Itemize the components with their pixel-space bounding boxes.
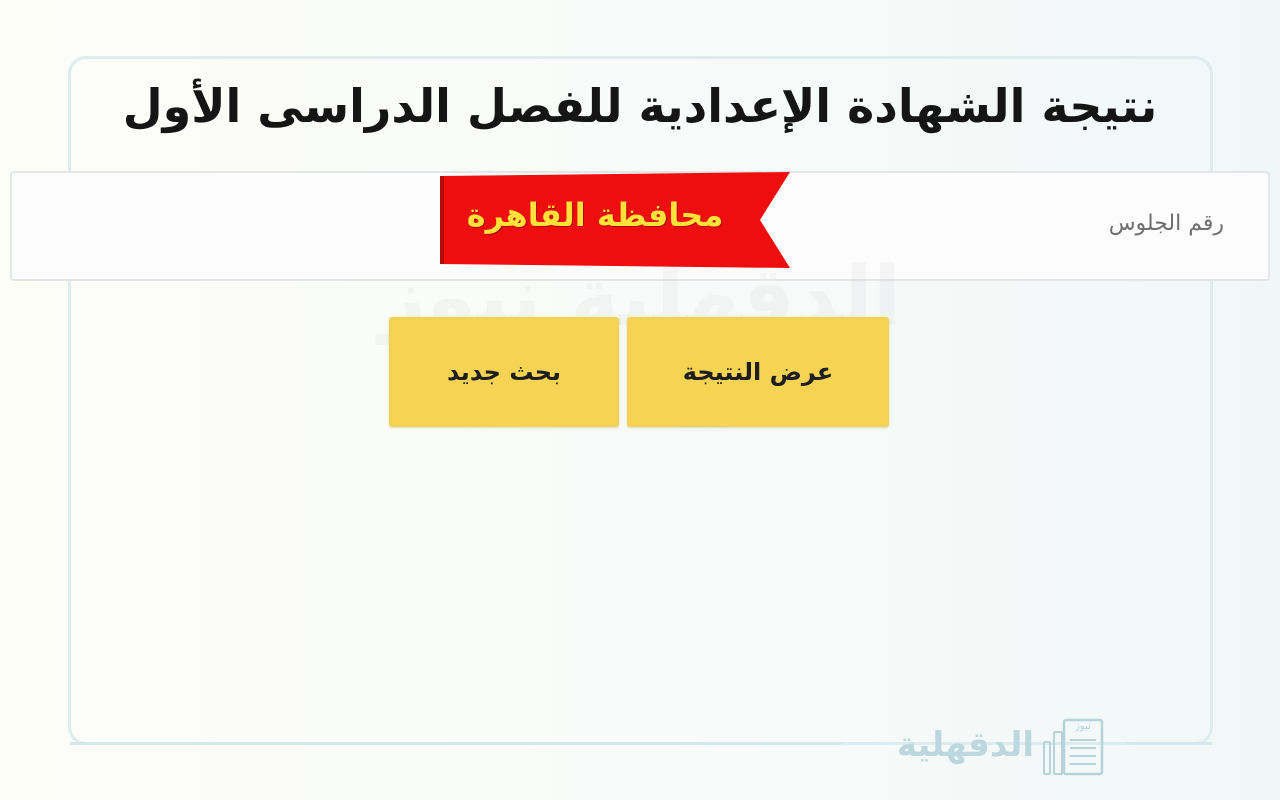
brand-name: الدقهلية — [896, 725, 1034, 765]
page-title: نتيجة الشهادة الإعدادية للفصل الدراسى ال… — [122, 79, 1158, 133]
show-result-button[interactable]: عرض النتيجة — [627, 317, 889, 427]
brand-logo: الدقهلية نيوز — [862, 716, 1108, 778]
new-search-button[interactable]: بحث جديد — [389, 317, 619, 427]
brand-subtitle: نيوز — [1075, 721, 1091, 732]
region-banner-text: محافظة القاهرة — [466, 196, 724, 234]
footer-divider-right — [1126, 742, 1212, 745]
seat-number-label: رقم الجلوس — [1108, 211, 1224, 236]
page: نتيجة الشهادة الإعدادية للفصل الدراسى ال… — [0, 0, 1280, 800]
region-banner: محافظة القاهرة — [440, 172, 792, 268]
footer-divider-left — [70, 742, 842, 745]
